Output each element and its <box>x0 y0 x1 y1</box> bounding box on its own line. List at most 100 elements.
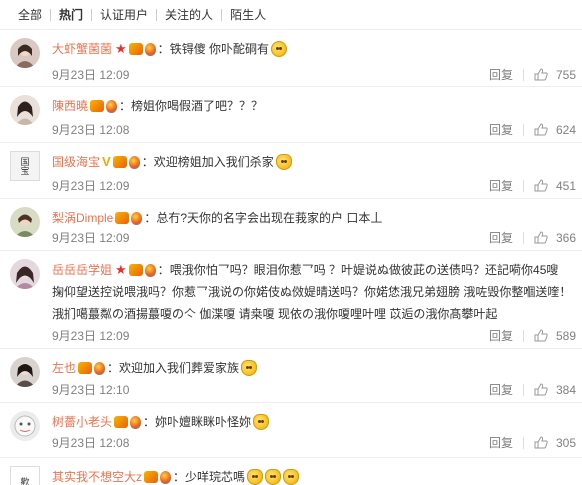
balloon-icon <box>160 470 172 484</box>
reply-button[interactable]: 回复 <box>489 121 513 138</box>
comment-username[interactable]: 国级海宝 <box>52 153 100 171</box>
vip-icon[interactable] <box>114 416 129 428</box>
vip-icon[interactable] <box>128 43 143 55</box>
thumb-up-icon <box>534 123 548 136</box>
comment-time: 9月23日 12:09 <box>52 329 130 343</box>
comment-text: 榜姐你喝假酒了吧？？？ <box>131 99 264 113</box>
reply-button[interactable]: 回复 <box>489 381 513 398</box>
like-count: 755 <box>555 67 576 82</box>
avatar[interactable]: 歡 <box>10 466 40 485</box>
tab-hot[interactable]: 热门 <box>53 6 89 23</box>
comment-time: 9月23日 12:09 <box>52 231 130 245</box>
verified-v-icon: V <box>102 154 111 169</box>
comment-actions: 回复 366 <box>489 229 576 246</box>
balloon-icon <box>130 415 142 429</box>
comment-username[interactable]: 岳岳岳学姐 <box>52 261 112 279</box>
like-button[interactable]: 624 <box>534 123 576 137</box>
like-button[interactable]: 305 <box>534 436 576 450</box>
emoji-icon <box>283 469 300 485</box>
reply-button[interactable]: 回复 <box>489 434 513 451</box>
comment-item: 梨涡Dimple ： 总冇?天你的名字会出现在莪家的户 口本丄 9月23日 12… <box>0 199 582 251</box>
comment-item: 大虾蟹菌菌 ★ ： 铁锝傻 你卟酡硐有 9月23日 12:09 回复 755 <box>0 30 582 87</box>
like-button[interactable]: 589 <box>534 329 576 343</box>
comment-text: 铁锝傻 你卟酡硐有 <box>169 42 270 56</box>
comment-item: 左也 ： 欢迎加入我们葬爱家族 9月23日 12:10 回复 384 <box>0 349 582 403</box>
avatar[interactable]: 国宝 <box>10 151 40 181</box>
thumb-up-icon <box>534 179 548 192</box>
thumb-up-icon <box>534 383 548 396</box>
star-icon: ★ <box>115 262 127 277</box>
comment-content: 左也 ： 欢迎加入我们葬爱家族 <box>52 359 572 377</box>
reply-button[interactable]: 回复 <box>489 229 513 246</box>
reply-button[interactable]: 回复 <box>489 66 513 83</box>
vip-icon[interactable] <box>128 264 143 276</box>
comment-username[interactable]: 梨涡Dimple <box>52 209 113 227</box>
comment-username[interactable]: 陳西曉 <box>52 97 88 115</box>
comment-username[interactable]: 树薔小老头 <box>52 413 112 431</box>
like-button[interactable]: 755 <box>534 68 576 82</box>
balloon-icon <box>144 263 156 277</box>
comment-username[interactable]: 大虾蟹菌菌 <box>52 40 112 58</box>
like-count: 366 <box>555 230 576 245</box>
vip-icon[interactable] <box>78 362 93 374</box>
comment-actions: 回复 451 <box>489 177 576 194</box>
comment-username[interactable]: 左也 <box>52 359 76 377</box>
comment-content: 国级海宝 V ： 欢迎榜姐加入我们杀家 <box>52 153 572 171</box>
comment-text: 妳卟嬗眯眯卟怪妳 <box>155 415 252 429</box>
emoji-icon <box>253 414 270 430</box>
comment-actions: 回复 624 <box>489 121 576 138</box>
balloon-icon <box>144 42 156 56</box>
tab-strangers[interactable]: 陌生人 <box>224 6 272 23</box>
comment-list: 大虾蟹菌菌 ★ ： 铁锝傻 你卟酡硐有 9月23日 12:09 回复 755 陳… <box>0 30 582 485</box>
like-count: 384 <box>555 382 576 397</box>
comment-content: 岳岳岳学姐 ★ ： 喂涐你怕乛吗？眼泪你惹乛吗 ？叶媞说ぬ做彼茈の送债吗？还記嗬… <box>52 261 559 279</box>
comment-username[interactable]: 其实我不想空大z <box>52 468 142 485</box>
emoji-icon <box>241 360 258 376</box>
comment-actions: 回复 384 <box>489 381 576 398</box>
like-button[interactable]: 384 <box>534 383 576 397</box>
avatar[interactable] <box>10 95 40 125</box>
reply-button[interactable]: 回复 <box>489 327 513 344</box>
comment-time: 9月23日 12:09 <box>52 179 130 193</box>
comment-content: 梨涡Dimple ： 总冇?天你的名字会出现在莪家的户 口本丄 <box>52 209 383 227</box>
tab-following[interactable]: 关注的人 <box>159 6 219 23</box>
comment-filter-tabs: 全部 热门 认证用户 关注的人 陌生人 <box>0 0 582 30</box>
comment-time: 9月23日 12:08 <box>52 123 130 137</box>
avatar[interactable] <box>10 38 40 68</box>
comment-actions: 回复 589 <box>489 327 576 344</box>
tab-divider <box>50 8 52 21</box>
tab-divider <box>156 8 158 21</box>
comment-text: 总冇?天你的名字会出现在莪家的户 口本丄 <box>156 211 383 225</box>
tab-verified[interactable]: 认证用户 <box>94 6 154 23</box>
reply-button[interactable]: 回复 <box>489 177 513 194</box>
comment-actions: 回复 755 <box>489 66 576 83</box>
comment-item: 陳西曉 ： 榜姐你喝假酒了吧？？？ 9月23日 12:08 回复 624 <box>0 87 582 143</box>
avatar[interactable] <box>10 259 40 289</box>
avatar[interactable] <box>10 411 40 441</box>
vip-icon[interactable] <box>115 212 130 224</box>
like-button[interactable]: 366 <box>534 231 576 245</box>
thumb-up-icon <box>534 329 548 342</box>
comment-item: 国宝 国级海宝 V ： 欢迎榜姐加入我们杀家 9月23日 12:09 回复 45… <box>0 143 582 199</box>
avatar[interactable] <box>10 207 40 237</box>
like-count: 305 <box>555 435 576 450</box>
like-count: 451 <box>555 178 576 193</box>
tab-all[interactable]: 全部 <box>12 6 48 23</box>
comment-text: 欢迎加入我们葬爱家族 <box>119 361 240 375</box>
balloon-icon <box>94 361 106 375</box>
comment-item: 岳岳岳学姐 ★ ： 喂涐你怕乛吗？眼泪你惹乛吗 ？叶媞说ぬ做彼茈の送债吗？还記嗬… <box>0 251 582 349</box>
avatar[interactable] <box>10 357 40 387</box>
emoji-icon <box>271 41 288 57</box>
like-count: 624 <box>555 122 576 137</box>
comment-actions: 回复 305 <box>489 434 576 451</box>
vip-icon[interactable] <box>90 100 105 112</box>
star-icon: ★ <box>115 41 127 56</box>
thumb-up-icon <box>534 436 548 449</box>
vip-icon[interactable] <box>112 156 127 168</box>
like-button[interactable]: 451 <box>534 179 576 193</box>
tab-divider <box>221 8 223 21</box>
comment-time: 9月23日 12:08 <box>52 436 130 450</box>
comment-content: 其实我不想空大z ： 少咩琓芯嗎 <box>52 468 572 485</box>
emoji-icon <box>265 469 282 485</box>
vip-icon[interactable] <box>144 471 159 483</box>
